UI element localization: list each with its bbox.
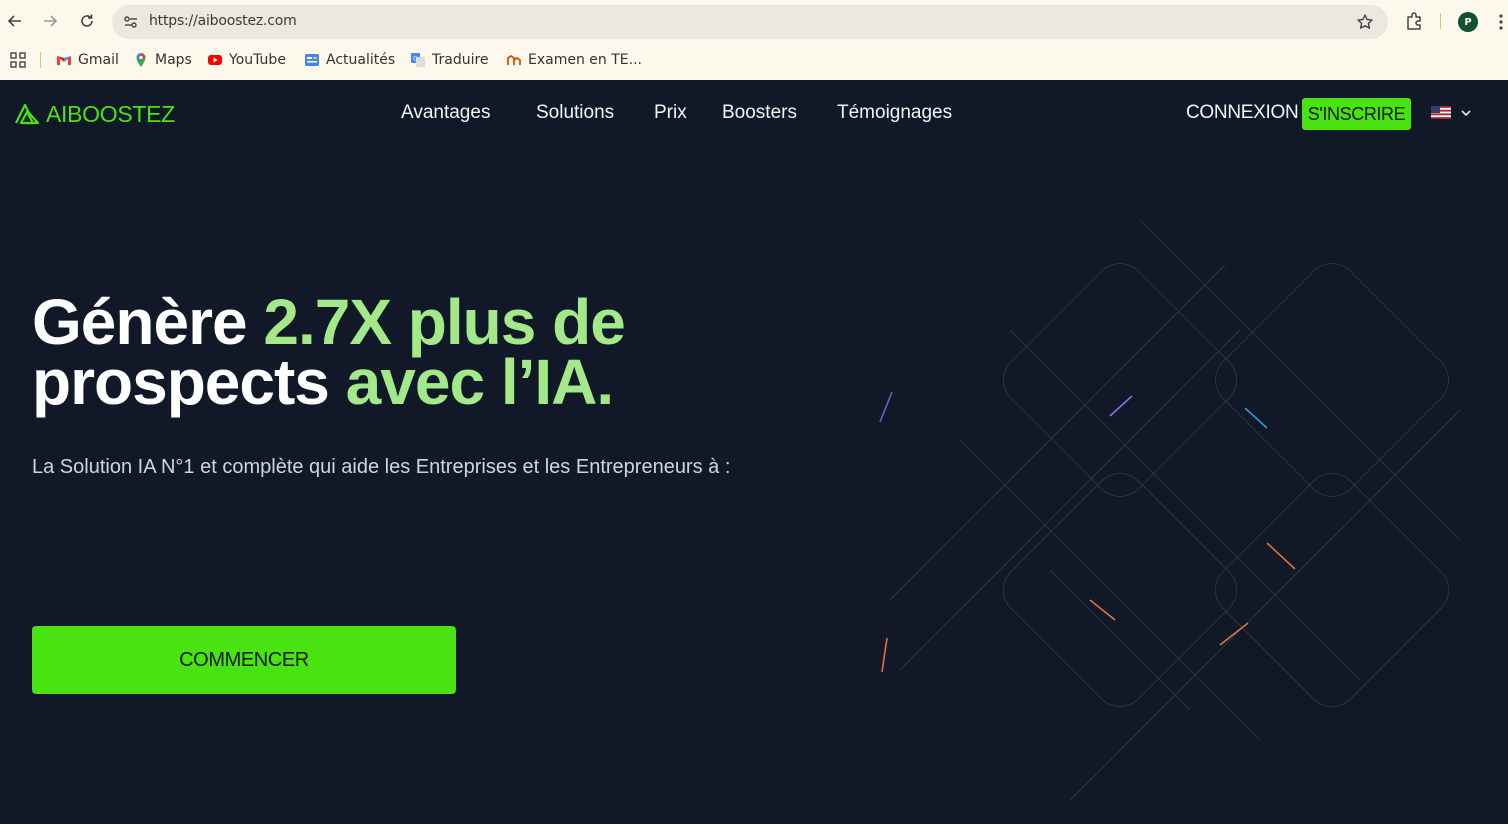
site-header: AIBOOSTEZ Avantages Solutions Prix Boost…: [0, 80, 1508, 148]
address-bar[interactable]: https://aiboostez.com: [112, 5, 1388, 39]
us-flag-icon: [1431, 106, 1451, 119]
bookmark-traduire[interactable]: G Traduire: [410, 49, 489, 71]
hero-subtitle: La Solution IA N°1 et complète qui aide …: [32, 456, 731, 478]
back-arrow-icon: [7, 15, 21, 27]
start-button[interactable]: COMMENCER: [32, 626, 456, 694]
bookmarks-divider: [40, 52, 41, 68]
bookmark-star-icon[interactable]: [1356, 13, 1374, 31]
reload-button[interactable]: [77, 11, 97, 31]
nav-link-solutions[interactable]: Solutions: [536, 102, 614, 124]
bookmark-youtube[interactable]: YouTube: [207, 49, 286, 71]
decorative-grid-background: [879, 219, 1461, 801]
hero-title-highlight: avec l’IA.: [345, 346, 614, 418]
browser-toolbar: https://aiboostez.com P: [0, 0, 1508, 42]
apps-grid-icon[interactable]: [10, 52, 26, 68]
forward-arrow-icon: [44, 15, 58, 27]
gmail-icon: [57, 56, 71, 65]
bookmark-examen[interactable]: Examen en TE...: [506, 49, 642, 71]
language-selector[interactable]: [1431, 106, 1471, 119]
bookmark-label: Gmail: [78, 52, 119, 68]
forward-button[interactable]: [40, 11, 60, 31]
bookmark-actualites[interactable]: Actualités: [304, 49, 395, 71]
reload-icon: [81, 14, 93, 27]
translate-icon: G: [411, 53, 425, 67]
url-text[interactable]: https://aiboostez.com: [149, 13, 297, 29]
bookmark-maps[interactable]: Maps: [133, 49, 192, 71]
bookmark-gmail[interactable]: Gmail: [56, 49, 119, 71]
browser-chrome: https://aiboostez.com P Gmail Maps YouTu…: [0, 0, 1508, 80]
back-button[interactable]: [5, 11, 25, 31]
nav-link-boosters[interactable]: Boosters: [722, 102, 797, 124]
svg-text:G: G: [413, 56, 418, 63]
login-link[interactable]: CONNEXION: [1186, 102, 1299, 124]
page-content: AIBOOSTEZ Avantages Solutions Prix Boost…: [0, 80, 1508, 824]
extensions-icon[interactable]: [1404, 11, 1424, 31]
hero-title: Génère 2.7X plus de prospects avec l’IA.: [32, 290, 792, 414]
bookmark-label: Actualités: [326, 52, 396, 68]
brand-name: AIBOOSTEZ: [46, 100, 175, 127]
site-settings-icon[interactable]: [122, 13, 140, 31]
hero-title-text: prospects: [32, 346, 346, 418]
nav-link-temoignages[interactable]: Témoignages: [837, 102, 952, 124]
bookmark-label: Examen en TE...: [528, 52, 642, 68]
bookmark-label: Traduire: [432, 52, 489, 68]
bookmark-label: Maps: [155, 52, 192, 68]
toolbar-divider: [1440, 13, 1441, 29]
menu-kebab-icon[interactable]: [1498, 12, 1504, 32]
chevron-down-icon: [1461, 109, 1471, 116]
signup-button[interactable]: S'INSCRIRE: [1302, 98, 1411, 130]
nav-link-avantages[interactable]: Avantages: [401, 102, 490, 124]
news-icon: [305, 54, 319, 66]
bookmark-label: YouTube: [229, 52, 286, 68]
site-icon: [507, 54, 521, 65]
brand-logo[interactable]: AIBOOSTEZ: [14, 100, 175, 128]
profile-avatar[interactable]: P: [1458, 12, 1478, 32]
maps-icon: [136, 53, 146, 67]
nav-link-prix[interactable]: Prix: [654, 102, 687, 124]
youtube-icon: [208, 55, 222, 65]
bookmarks-bar: Gmail Maps YouTube Actualités G Traduire…: [0, 42, 1508, 78]
brand-mark-icon: [15, 103, 40, 125]
